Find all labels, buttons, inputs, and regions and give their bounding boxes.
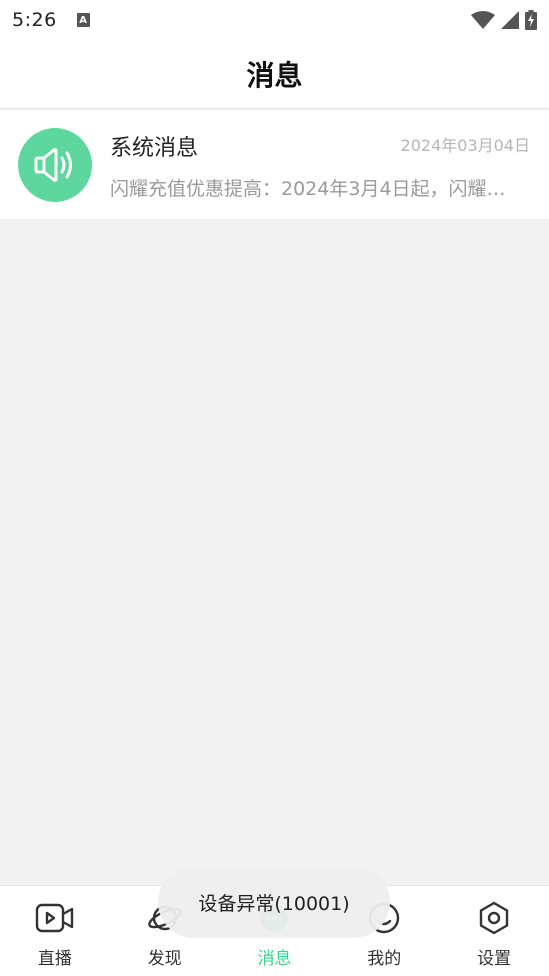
tab-settings[interactable]: 设置 xyxy=(439,886,549,976)
settings-icon xyxy=(474,898,514,938)
speaker-icon xyxy=(34,148,72,182)
message-title: 系统消息 xyxy=(110,136,199,161)
tab-label: 直播 xyxy=(37,949,72,969)
wifi-icon xyxy=(471,11,495,29)
notification-a-icon: A xyxy=(76,13,90,27)
page-title: 消息 xyxy=(246,59,303,92)
message-item-system[interactable]: 系统消息 2024年03月04日 闪耀充值优惠提高：2024年3月4日起，闪耀币… xyxy=(0,110,549,219)
video-camera-icon xyxy=(35,898,75,938)
status-left: 5:26 A xyxy=(12,9,90,31)
message-date: 2024年03月04日 xyxy=(400,136,530,155)
page-header: 消息 xyxy=(0,40,549,109)
battery-charging-icon xyxy=(525,10,537,30)
signal-icon xyxy=(501,11,519,29)
tab-live[interactable]: 直播 xyxy=(0,886,110,976)
tab-label: 设置 xyxy=(477,949,512,969)
status-bar: 5:26 A xyxy=(0,0,549,40)
tab-label: 消息 xyxy=(257,949,292,969)
tab-label: 发现 xyxy=(147,949,182,969)
message-avatar xyxy=(18,128,92,202)
message-preview: 闪耀充值优惠提高：2024年3月4日起，闪耀币充值优惠提高 xyxy=(110,178,522,200)
toast-message: 设备异常(10001) xyxy=(158,866,390,938)
tab-label: 我的 xyxy=(367,949,402,969)
status-right xyxy=(471,10,537,30)
message-list: 系统消息 2024年03月04日 闪耀充值优惠提高：2024年3月4日起，闪耀币… xyxy=(0,110,549,219)
status-time: 5:26 xyxy=(12,9,57,31)
